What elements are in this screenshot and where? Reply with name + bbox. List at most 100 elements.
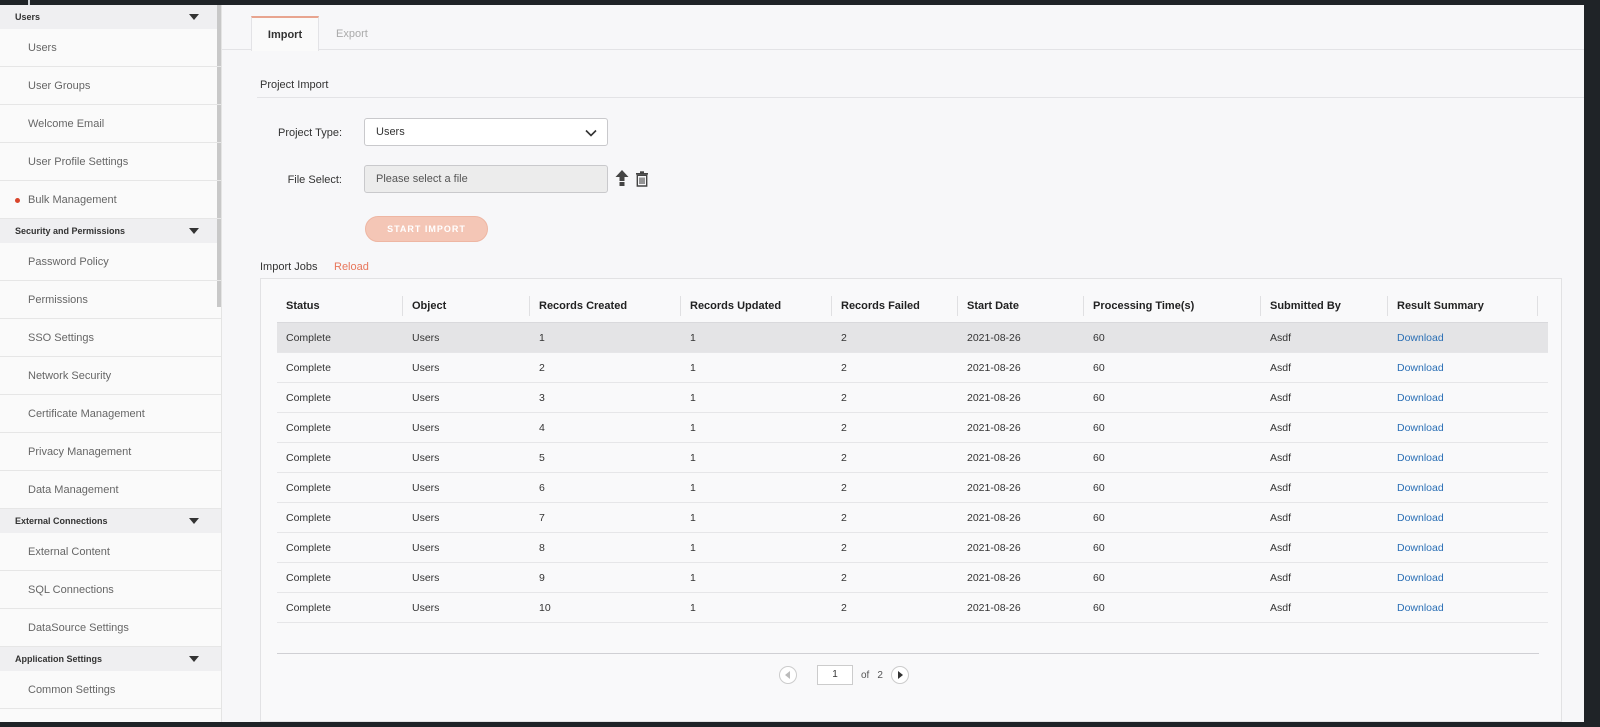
table-cell: 2 — [841, 421, 847, 434]
file-select-input[interactable]: Please select a file — [364, 165, 608, 193]
tab-export[interactable]: Export — [318, 16, 386, 51]
table-cell: 2 — [841, 571, 847, 584]
sidebar-item-privacy-management[interactable]: Privacy Management — [0, 433, 221, 471]
table-cell: 60 — [1093, 541, 1105, 554]
table-cell: 60 — [1093, 331, 1105, 344]
table-cell: 2 — [841, 391, 847, 404]
project-type-value: Users — [376, 126, 405, 138]
tab-import[interactable]: Import — [251, 16, 319, 51]
sidebar: Users Users User Groups Welcome Email User P… — [0, 5, 222, 722]
column-header[interactable]: Records Created — [530, 296, 681, 316]
table-cell: Asdf — [1270, 481, 1292, 494]
tab-bar: Import Export — [222, 5, 1592, 51]
prev-page-button[interactable] — [779, 666, 797, 684]
table-row[interactable]: Complete Users 6 1 2 2021-08-26 60 Asdf Download — [277, 473, 1548, 503]
sidebar-group-header[interactable]: Security and Permissions — [0, 219, 221, 243]
chevron-down-icon — [585, 129, 597, 137]
table-cell: Complete — [286, 481, 331, 494]
download-link[interactable]: Download — [1388, 602, 1538, 614]
trash-icon[interactable] — [635, 171, 649, 187]
sidebar-item-welcome-email[interactable]: Welcome Email — [0, 105, 221, 143]
sidebar-item-external-content[interactable]: External Content — [0, 533, 221, 571]
download-link[interactable]: Download — [1388, 542, 1538, 554]
sidebar-item-permissions[interactable]: Permissions — [0, 281, 221, 319]
table-cell: 2 — [539, 361, 545, 374]
sidebar-item-user-groups[interactable]: User Groups — [0, 67, 221, 105]
download-link[interactable]: Download — [1388, 422, 1538, 434]
sidebar-item-user-profile-settings[interactable]: User Profile Settings — [0, 143, 221, 181]
download-link[interactable]: Download — [1388, 452, 1538, 464]
sidebar-item-sql-connections[interactable]: SQL Connections — [0, 571, 221, 609]
column-header[interactable]: Result Summary — [1388, 296, 1538, 316]
import-jobs-title: Import Jobs — [260, 261, 318, 273]
table-cell: 60 — [1093, 421, 1105, 434]
sidebar-group-header[interactable]: Users — [0, 5, 221, 29]
column-header[interactable]: Start Date — [958, 296, 1084, 316]
sidebar-item-datasource-settings[interactable]: DataSource Settings — [0, 609, 221, 647]
main-scrollbar-track[interactable] — [1584, 5, 1592, 722]
sidebar-item-common-settings[interactable]: Common Settings — [0, 671, 221, 709]
section-divider — [257, 97, 1584, 98]
import-jobs-grid-panel: Status Object Records Created Records Updat… — [260, 278, 1562, 722]
table-cell: 2 — [841, 541, 847, 554]
table-cell: Users — [412, 541, 440, 554]
column-header[interactable]: Object — [403, 296, 530, 316]
pagination: 1 of 2 — [779, 665, 909, 685]
column-header[interactable]: Processing Time(s) — [1084, 296, 1261, 316]
sidebar-item-sso-settings[interactable]: SSO Settings — [0, 319, 221, 357]
page-of-label: of — [861, 669, 870, 681]
table-cell: 6 — [539, 481, 545, 494]
table-row[interactable]: Complete Users 10 1 2 2021-08-26 60 Asdf Downloa… — [277, 593, 1548, 623]
table-row[interactable]: Complete Users 4 1 2 2021-08-26 60 Asdf Download — [277, 413, 1548, 443]
sidebar-item-network-security[interactable]: Network Security — [0, 357, 221, 395]
table-row[interactable]: Complete Users 2 1 2 2021-08-26 60 Asdf Download — [277, 353, 1548, 383]
sidebar-item-users[interactable]: Users — [0, 29, 221, 67]
next-page-button[interactable] — [890, 666, 909, 684]
table-cell: 2021-08-26 — [967, 361, 1021, 374]
table-cell: Asdf — [1270, 571, 1292, 584]
sidebar-group-header[interactable]: External Connections — [0, 509, 221, 533]
table-row[interactable]: Complete Users 9 1 2 2021-08-26 60 Asdf Download — [277, 563, 1548, 593]
table-row[interactable]: Complete Users 5 1 2 2021-08-26 60 Asdf Download — [277, 443, 1548, 473]
sidebar-item-bulk-management[interactable]: Bulk Management — [0, 181, 221, 219]
upload-icon[interactable] — [614, 169, 630, 187]
start-import-button[interactable]: START IMPORT — [365, 216, 488, 242]
table-cell: 1 — [690, 391, 696, 404]
page-number-input[interactable]: 1 — [817, 665, 853, 685]
table-cell: 2 — [841, 511, 847, 524]
sidebar-group-header[interactable]: Application Settings — [0, 647, 221, 671]
column-header[interactable]: Submitted By — [1261, 296, 1388, 316]
table-row[interactable]: Complete Users 7 1 2 2021-08-26 60 Asdf Download — [277, 503, 1548, 533]
table-row[interactable]: Complete Users 8 1 2 2021-08-26 60 Asdf Download — [277, 533, 1548, 563]
download-link[interactable]: Download — [1388, 482, 1538, 494]
download-link[interactable]: Download — [1388, 512, 1538, 524]
download-link[interactable]: Download — [1388, 392, 1538, 404]
sidebar-item-data-management[interactable]: Data Management — [0, 471, 221, 509]
sidebar-group-title: Users — [15, 12, 41, 22]
column-header[interactable]: Status — [277, 296, 403, 316]
sidebar-item-certificate-management[interactable]: Certificate Management — [0, 395, 221, 433]
next-page-icon — [897, 671, 903, 679]
table-row[interactable]: Complete Users 3 1 2 2021-08-26 60 Asdf Download — [277, 383, 1548, 413]
project-type-label: Project Type: — [278, 127, 342, 139]
table-cell: 2021-08-26 — [967, 511, 1021, 524]
project-type-select[interactable]: Users — [364, 118, 608, 146]
table-row[interactable]: Complete Users 1 1 2 2021-08-26 60 Asdf Download — [277, 323, 1548, 353]
download-link[interactable]: Download — [1388, 332, 1538, 344]
table-cell: 2021-08-26 — [967, 481, 1021, 494]
column-header[interactable]: Records Failed — [832, 296, 958, 316]
column-header[interactable]: Records Updated — [681, 296, 832, 316]
download-link[interactable]: Download — [1388, 572, 1538, 584]
table-cell: 1 — [539, 331, 545, 344]
reload-link[interactable]: Reload — [334, 261, 369, 273]
table-cell: 1 — [690, 541, 696, 554]
project-import-title: Project Import — [260, 79, 329, 91]
table-cell: 2021-08-26 — [967, 601, 1021, 614]
page-total: 2 — [877, 669, 883, 681]
table-cell: 1 — [690, 511, 696, 524]
table-cell: 8 — [539, 541, 545, 554]
download-link[interactable]: Download — [1388, 362, 1538, 374]
table-cell: Users — [412, 331, 440, 344]
sidebar-item-password-policy[interactable]: Password Policy — [0, 243, 221, 281]
table-cell: 9 — [539, 571, 545, 584]
